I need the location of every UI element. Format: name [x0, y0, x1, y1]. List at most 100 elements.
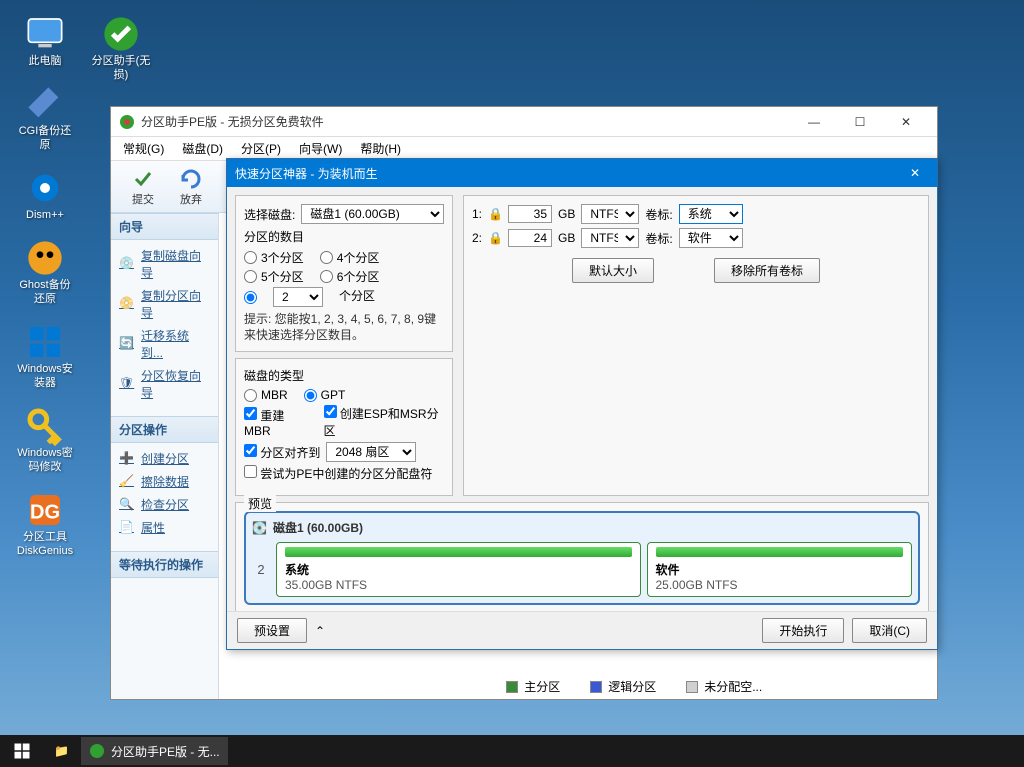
lock-icon[interactable]: 🔒: [488, 231, 502, 245]
wizard-copy-partition[interactable]: 📀复制分区向导: [111, 284, 218, 324]
windows-icon: [25, 322, 65, 362]
preview-label: 预览: [244, 495, 276, 512]
toolbar-discard[interactable]: 放弃: [169, 163, 213, 211]
default-size-button[interactable]: 默认大小: [572, 258, 654, 283]
menu-general[interactable]: 常规(G): [115, 138, 172, 159]
radio-custom-partitions[interactable]: [244, 287, 257, 307]
quick-partition-dialog: 快速分区神器 - 为装机而生 ✕ 选择磁盘: 磁盘1 (60.00GB) 分区的…: [226, 158, 938, 650]
legend-logical-swatch: [590, 681, 602, 693]
panel-header-operations[interactable]: 分区操作: [111, 416, 218, 443]
minimize-button[interactable]: —: [791, 108, 837, 136]
cancel-button[interactable]: 取消(C): [852, 618, 927, 643]
check-icon: [131, 167, 155, 191]
close-button[interactable]: ✕: [883, 108, 929, 136]
preview-group: 预览 💽 磁盘1 (60.00GB) 2 系统 35.00GB NTFS 软件: [235, 502, 929, 611]
menu-disk[interactable]: 磁盘(D): [174, 138, 231, 159]
preview-box: 💽 磁盘1 (60.00GB) 2 系统 35.00GB NTFS 软件 25.…: [244, 511, 920, 605]
wizard-copy-disk[interactable]: 💿复制磁盘向导: [111, 244, 218, 284]
desktop-icon-dism[interactable]: Dism++: [10, 164, 80, 226]
monitor-icon: [25, 14, 65, 54]
vol-select-2[interactable]: 软件: [679, 228, 743, 248]
disk-icon: 💽: [252, 521, 267, 535]
cb-create-esp[interactable]: 创建ESP和MSR分区: [324, 405, 444, 439]
hint-text: 提示: 您能按1, 2, 3, 4, 5, 6, 7, 8, 9键来快速选择分区…: [244, 311, 444, 343]
desktop-icon-partition-assist[interactable]: 分区助手(无损): [86, 10, 156, 86]
menu-help[interactable]: 帮助(H): [352, 138, 409, 159]
preview-partition-1[interactable]: 系统 35.00GB NTFS: [276, 542, 641, 597]
maximize-button[interactable]: ☐: [837, 108, 883, 136]
taskbar: 📁 分区助手PE版 - 无...: [0, 735, 1024, 767]
select-disk-label: 选择磁盘:: [244, 206, 295, 223]
radio-5-partitions[interactable]: 5个分区: [244, 268, 304, 285]
app-icon: [119, 114, 135, 130]
size-input-1[interactable]: [508, 205, 552, 223]
disk-select[interactable]: 磁盘1 (60.00GB): [301, 204, 444, 224]
partition-row-2: 2: 🔒 GB NTFS 卷标: 软件: [472, 228, 920, 248]
custom-count-select[interactable]: 2: [273, 287, 323, 307]
preview-disk-label: 磁盘1 (60.00GB): [273, 519, 363, 536]
title-bar[interactable]: 分区助手PE版 - 无损分区免费软件 — ☐ ✕: [111, 107, 937, 137]
vol-select-1[interactable]: 系统: [679, 204, 743, 224]
op-wipe-data[interactable]: 🧹擦除数据: [111, 470, 218, 493]
gear-icon: [25, 168, 65, 208]
start-button[interactable]: [2, 737, 42, 765]
desktop-icon-diskgenius[interactable]: DG 分区工具DiskGenius: [10, 486, 80, 562]
radio-6-partitions[interactable]: 6个分区: [320, 268, 380, 285]
partition-icon: 📀: [119, 296, 135, 312]
fs-select-1[interactable]: NTFS: [581, 204, 639, 224]
taskbar-active-app[interactable]: 分区助手PE版 - 无...: [81, 737, 228, 765]
legend-unalloc-swatch: [686, 681, 698, 693]
migrate-icon: 🔄: [119, 336, 135, 352]
svg-text:DG: DG: [30, 501, 60, 523]
desktop-icon-computer[interactable]: 此电脑: [10, 10, 80, 72]
disk-icon: 💿: [119, 256, 135, 272]
key-icon: [25, 406, 65, 446]
radio-mbr[interactable]: MBR: [244, 388, 288, 402]
disk-type-group: 磁盘的类型 MBR GPT 重建MBR 创建ESP和MSR分区 分区对齐到 20…: [235, 358, 453, 496]
menu-partition[interactable]: 分区(P): [233, 138, 289, 159]
disk-genius-icon: DG: [25, 490, 65, 530]
start-button[interactable]: 开始执行: [762, 618, 844, 643]
dialog-close-button[interactable]: ✕: [901, 161, 929, 185]
desktop-icon-ghost[interactable]: Ghost备份还原: [10, 234, 80, 310]
fs-select-2[interactable]: NTFS: [581, 228, 639, 248]
align-select[interactable]: 2048 扇区: [326, 442, 416, 462]
wipe-icon: 🧹: [119, 474, 135, 490]
dialog-title: 快速分区神器 - 为装机而生: [235, 165, 901, 182]
panel-header-pending[interactable]: 等待执行的操作: [111, 551, 218, 578]
radio-3-partitions[interactable]: 3个分区: [244, 249, 304, 266]
window-title: 分区助手PE版 - 无损分区免费软件: [141, 113, 791, 130]
preview-partition-2[interactable]: 软件 25.00GB NTFS: [647, 542, 913, 597]
radio-4-partitions[interactable]: 4个分区: [320, 249, 380, 266]
cb-align[interactable]: 分区对齐到: [244, 444, 320, 461]
disk-type-label: 磁盘的类型: [244, 367, 444, 384]
menu-wizard[interactable]: 向导(W): [291, 138, 350, 159]
radio-gpt[interactable]: GPT: [304, 388, 346, 402]
wizard-migrate-system[interactable]: 🔄迁移系统到...: [111, 324, 218, 364]
preset-button[interactable]: 预设置: [237, 618, 307, 643]
op-check-partition[interactable]: 🔍检查分区: [111, 493, 218, 516]
desktop-icon-password[interactable]: Windows密码修改: [10, 402, 80, 478]
preview-count: 2: [252, 542, 270, 597]
chevron-icon[interactable]: ⌃: [315, 624, 325, 638]
op-properties[interactable]: 📄属性: [111, 516, 218, 539]
op-create-partition[interactable]: ➕创建分区: [111, 447, 218, 470]
taskbar-explorer[interactable]: 📁: [46, 737, 77, 765]
size-input-2[interactable]: [508, 229, 552, 247]
wizard-recover-partition[interactable]: 🛡分区恢复向导: [111, 364, 218, 404]
ghost-icon: [25, 238, 65, 278]
windows-logo-icon: [13, 742, 31, 760]
undo-icon: [179, 167, 203, 191]
cb-rebuild-mbr[interactable]: 重建MBR: [244, 407, 308, 438]
panel-header-wizard[interactable]: 向导: [111, 213, 218, 240]
remove-labels-button[interactable]: 移除所有卷标: [714, 258, 820, 283]
toolbar-commit[interactable]: 提交: [121, 163, 165, 211]
dialog-title-bar[interactable]: 快速分区神器 - 为装机而生 ✕: [227, 159, 937, 187]
desktop-icon-wininstall[interactable]: Windows安装器: [10, 318, 80, 394]
lock-icon[interactable]: 🔒: [488, 207, 502, 221]
legend: 主分区 逻辑分区 未分配空...: [506, 678, 937, 695]
cb-try-pe[interactable]: 尝试为PE中创建的分区分配盘符: [244, 465, 432, 482]
desktop-icon-cgi[interactable]: CGI备份还原: [10, 80, 80, 156]
left-panel: 向导 💿复制磁盘向导 📀复制分区向导 🔄迁移系统到... 🛡分区恢复向导 分区操…: [111, 213, 219, 699]
recover-icon: 🛡: [119, 376, 135, 392]
